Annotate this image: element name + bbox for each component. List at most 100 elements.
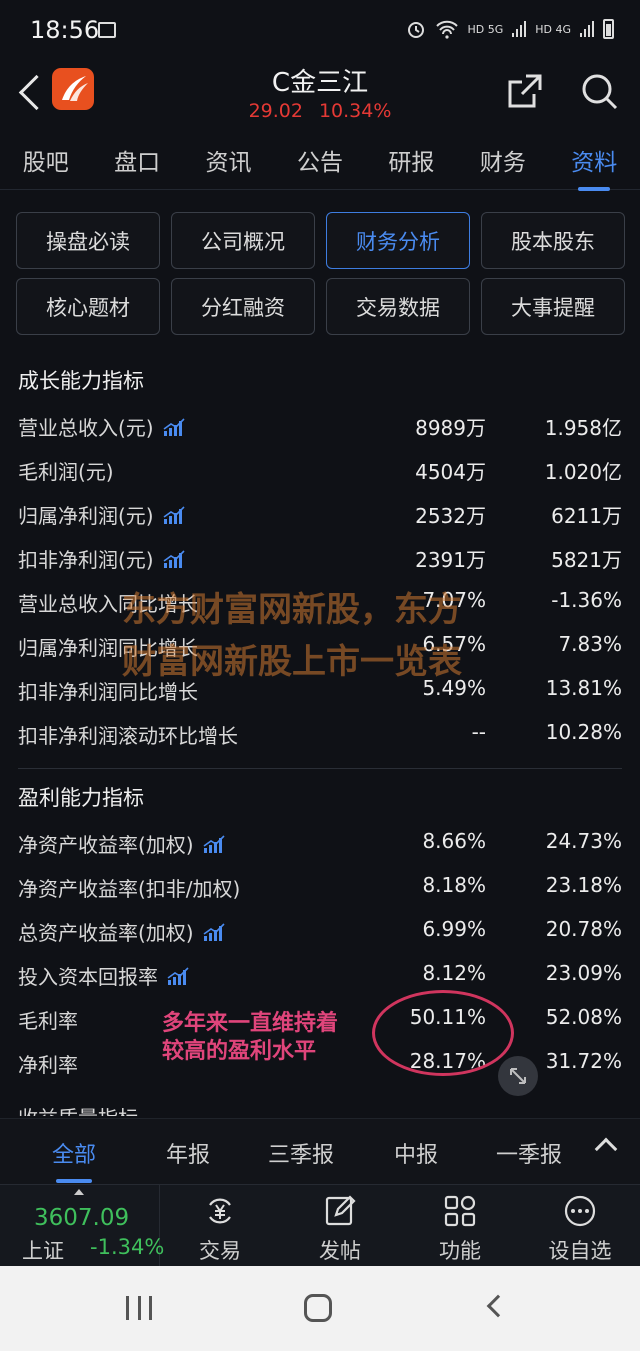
row-value-1: 2532万 bbox=[415, 504, 486, 528]
row-label: 营业总收入同比增长 bbox=[18, 592, 198, 616]
row-value-2: 23.18% bbox=[545, 873, 622, 897]
row-label: 营业总收入(元) bbox=[18, 412, 186, 441]
search-icon[interactable] bbox=[580, 72, 618, 110]
expand-icon[interactable] bbox=[498, 1056, 538, 1096]
status-time: 18:56 bbox=[30, 16, 100, 44]
tab-research[interactable]: 研报 bbox=[384, 143, 438, 177]
table-row[interactable]: 营业总收入同比增长 7.07% -1.36% bbox=[0, 582, 640, 626]
bottom-toolbar: 3607.09 上证 -1.34% 交易 发帖 功能 设自选 bbox=[0, 1184, 640, 1267]
row-label: 毛利润(元) bbox=[18, 460, 114, 484]
row-label: 归属净利润(元) bbox=[18, 500, 186, 529]
trend-chart-icon[interactable] bbox=[162, 417, 186, 437]
row-value-2: 6211万 bbox=[551, 504, 622, 528]
alarm-icon bbox=[408, 22, 425, 38]
section-title-clipped: 收益质量指标 bbox=[18, 1102, 138, 1116]
tab-announcements[interactable]: 公告 bbox=[293, 143, 347, 177]
period-tab-q3[interactable]: 三季报 bbox=[268, 1137, 334, 1169]
table-row[interactable]: 净资产收益率(扣非/加权) 8.18% 23.18% bbox=[0, 867, 640, 911]
watchlist-button[interactable]: 设自选 bbox=[520, 1185, 640, 1267]
trade-button[interactable]: 交易 bbox=[160, 1185, 280, 1267]
trading-data-button[interactable]: 交易数据 bbox=[326, 278, 470, 335]
period-tab-annual[interactable]: 年报 bbox=[166, 1137, 210, 1169]
gallery-icon bbox=[98, 22, 116, 38]
core-themes-button[interactable]: 核心题材 bbox=[16, 278, 160, 335]
period-tab-q1[interactable]: 一季报 bbox=[496, 1137, 562, 1169]
signal-icon-2 bbox=[580, 21, 594, 37]
row-label: 归属净利润同比增长 bbox=[18, 636, 198, 660]
tab-pankou[interactable]: 盘口 bbox=[110, 143, 164, 177]
main-tabs: 股吧 盘口 资讯 公告 研报 财务 资料 bbox=[0, 130, 640, 191]
share-icon[interactable] bbox=[506, 72, 544, 110]
tab-finance[interactable]: 财务 bbox=[476, 143, 530, 177]
row-value-1: 7.07% bbox=[422, 588, 486, 612]
section-title-profitability: 盈利能力指标 bbox=[18, 786, 144, 810]
stock-title: C金三江 bbox=[271, 68, 369, 98]
trend-chart-icon[interactable] bbox=[166, 966, 190, 986]
tab-news[interactable]: 资讯 bbox=[202, 143, 256, 177]
network-1: HD 5G bbox=[467, 22, 504, 36]
row-label: 毛利率 bbox=[18, 1009, 78, 1033]
row-value-2: 7.83% bbox=[558, 632, 622, 656]
company-overview-button[interactable]: 公司概况 bbox=[171, 212, 315, 269]
table-row[interactable]: 归属净利润同比增长 6.57% 7.83% bbox=[0, 626, 640, 670]
stock-header: C金三江 29.02 10.34% bbox=[0, 60, 640, 130]
index-value: 3607.09 bbox=[34, 1205, 130, 1231]
wifi-icon bbox=[436, 20, 459, 39]
shareholders-button[interactable]: 股本股东 bbox=[481, 212, 625, 269]
trend-chart-icon[interactable] bbox=[202, 834, 226, 854]
row-value-1: 2391万 bbox=[415, 548, 486, 572]
table-row[interactable]: 毛利润(元) 4504万 1.020亿 bbox=[0, 450, 640, 494]
table-row[interactable]: 扣非净利润滚动环比增长 -- 10.28% bbox=[0, 714, 640, 758]
row-value-2: 1.958亿 bbox=[544, 416, 622, 440]
recent-apps-icon[interactable] bbox=[126, 1296, 152, 1320]
caret-up-icon bbox=[74, 1189, 84, 1195]
annotation-text: 多年来一直维持着 较高的盈利水平 bbox=[162, 1011, 339, 1064]
table-row[interactable]: 净资产收益率(加权) 8.66% 24.73% bbox=[0, 823, 640, 867]
home-icon[interactable] bbox=[304, 1294, 332, 1322]
trend-chart-icon[interactable] bbox=[162, 549, 186, 569]
row-value-1: 8.66% bbox=[422, 829, 486, 853]
post-button[interactable]: 发帖 bbox=[280, 1185, 400, 1267]
financial-table: 成长能力指标 营业总收入(元) 8989万 1.958亿 毛利润(元) 4504… bbox=[0, 356, 640, 1087]
financial-analysis-button[interactable]: 财务分析 bbox=[326, 212, 470, 269]
section-title-growth: 成长能力指标 bbox=[18, 369, 144, 393]
table-row[interactable]: 扣非净利润(元) 2391万 5821万 bbox=[0, 538, 640, 582]
more-icon bbox=[564, 1195, 596, 1227]
chevron-up-icon[interactable] bbox=[594, 1137, 618, 1161]
period-tab-midyear[interactable]: 中报 bbox=[394, 1137, 438, 1169]
system-nav-bar bbox=[0, 1266, 640, 1351]
table-row[interactable]: 营业总收入(元) 8989万 1.958亿 bbox=[0, 406, 640, 450]
row-value-1: 8.18% bbox=[422, 873, 486, 897]
row-value-1: 8.12% bbox=[422, 961, 486, 985]
trading-guide-button[interactable]: 操盘必读 bbox=[16, 212, 160, 269]
row-value-2: 13.81% bbox=[545, 676, 622, 700]
functions-button[interactable]: 功能 bbox=[400, 1185, 520, 1267]
row-value-2: 24.73% bbox=[545, 829, 622, 853]
status-icons: HD 5G HD 4G bbox=[405, 18, 614, 40]
row-label: 扣非净利润滚动环比增长 bbox=[18, 724, 238, 748]
period-tab-all[interactable]: 全部 bbox=[52, 1137, 96, 1183]
table-row[interactable]: 投入资本回报率 8.12% 23.09% bbox=[0, 955, 640, 999]
highlight-circle bbox=[372, 990, 514, 1076]
row-value-2: 1.020亿 bbox=[544, 460, 622, 484]
table-row[interactable]: 扣非净利润同比增长 5.49% 13.81% bbox=[0, 670, 640, 714]
row-value-1: 6.57% bbox=[422, 632, 486, 656]
trade-icon bbox=[209, 1198, 231, 1224]
trend-chart-icon[interactable] bbox=[202, 922, 226, 942]
nav-back-icon[interactable] bbox=[486, 1294, 510, 1318]
tab-profile[interactable]: 资料 bbox=[567, 143, 621, 191]
trend-chart-icon[interactable] bbox=[162, 505, 186, 525]
table-row[interactable]: 总资产收益率(加权) 6.99% 20.78% bbox=[0, 911, 640, 955]
row-value-1: 8989万 bbox=[415, 416, 486, 440]
table-row[interactable]: 归属净利润(元) 2532万 6211万 bbox=[0, 494, 640, 538]
events-button[interactable]: 大事提醒 bbox=[481, 278, 625, 335]
row-label: 总资产收益率(加权) bbox=[18, 917, 226, 946]
market-index[interactable]: 3607.09 上证 -1.34% bbox=[0, 1185, 164, 1267]
dividends-button[interactable]: 分红融资 bbox=[171, 278, 315, 335]
index-change: -1.34% bbox=[90, 1235, 165, 1259]
row-label: 扣非净利润(元) bbox=[18, 544, 186, 573]
row-value-2: 10.28% bbox=[545, 720, 622, 744]
tab-guba[interactable]: 股吧 bbox=[19, 143, 73, 177]
edit-icon bbox=[325, 1195, 356, 1226]
section-divider bbox=[18, 768, 622, 769]
